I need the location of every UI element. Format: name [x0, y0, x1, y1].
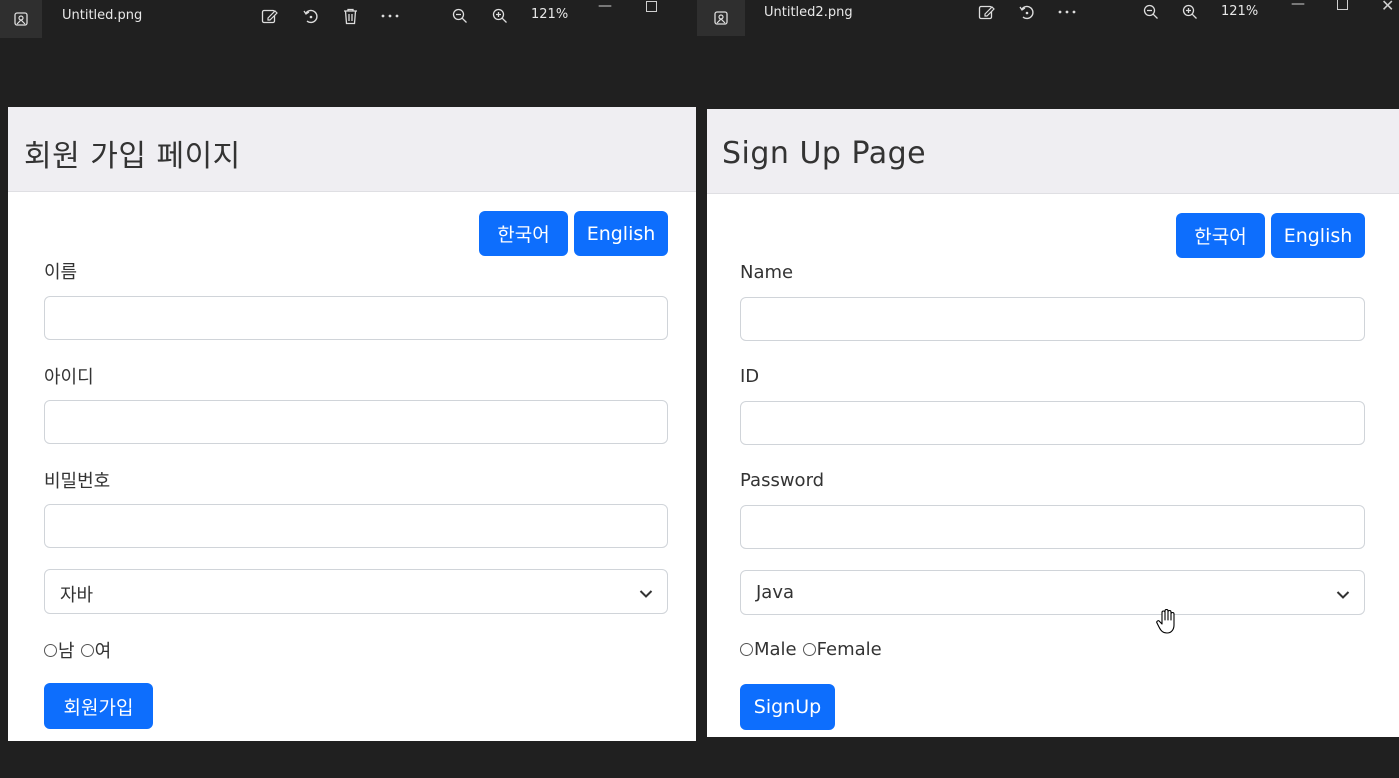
female-radio[interactable]: [802, 643, 816, 656]
file-name: Untitled2.png: [764, 5, 853, 20]
zoom-level: 121%: [531, 7, 569, 22]
select-value: 자바: [60, 585, 94, 606]
zoom-in-icon[interactable]: [489, 6, 511, 26]
id-input[interactable]: [740, 401, 1365, 445]
photo-viewer-window-1: Untitled.png 121% — 회원 가입 페이지 한국어 Englis…: [0, 0, 697, 778]
language-select[interactable]: 자바: [44, 569, 668, 614]
zoom-level: 121%: [1221, 4, 1259, 19]
male-radio[interactable]: [44, 643, 57, 657]
image-icon[interactable]: [697, 0, 745, 36]
female-label: 여: [94, 641, 112, 662]
signup-button[interactable]: 회원가입: [44, 683, 153, 729]
name-input[interactable]: [740, 297, 1365, 341]
female-radio[interactable]: [80, 643, 94, 657]
male-label: 남: [58, 641, 75, 662]
id-label: ID: [740, 366, 760, 387]
signup-page-english: Sign Up Page 한국어 English Name ID Passwor…: [707, 109, 1399, 737]
id-label: 아이디: [44, 367, 94, 388]
korean-language-button[interactable]: 한국어: [1176, 213, 1265, 258]
page-title: Sign Up Page: [722, 136, 927, 171]
name-input[interactable]: [44, 296, 668, 340]
zoom-in-icon[interactable]: [1179, 2, 1201, 22]
select-value: Java: [756, 582, 795, 603]
title-bar: Untitled.png 121% —: [0, 0, 697, 38]
title-bar: Untitled2.png 121% — ✕: [697, 0, 1399, 36]
signup-button[interactable]: SignUp: [740, 684, 835, 730]
rotate-icon[interactable]: [299, 6, 321, 26]
minimize-icon[interactable]: —: [598, 0, 612, 14]
delete-icon[interactable]: [339, 6, 361, 26]
id-input[interactable]: [44, 400, 668, 444]
password-input[interactable]: [44, 504, 668, 548]
page-header: 회원 가입 페이지: [8, 107, 696, 192]
korean-language-button[interactable]: 한국어: [479, 211, 568, 256]
zoom-out-icon[interactable]: [1140, 2, 1162, 22]
zoom-out-icon[interactable]: [449, 6, 471, 26]
gender-radio-group: Male Female: [740, 639, 882, 660]
signup-page-korean: 회원 가입 페이지 한국어 English 이름 아이디 비밀번호 자바 남 여…: [8, 107, 696, 741]
maximize-icon[interactable]: [1337, 0, 1348, 14]
english-language-button[interactable]: English: [1271, 213, 1365, 258]
page-title: 회원 가입 페이지: [24, 139, 241, 174]
edit-icon[interactable]: [975, 2, 997, 22]
female-label: Female: [816, 639, 882, 660]
chevron-down-icon: [639, 584, 653, 603]
chevron-down-icon: [1336, 585, 1350, 604]
photo-viewer-window-2: Untitled2.png 121% — ✕ Sign Up Page 한국어 …: [697, 0, 1399, 778]
gender-radio-group: 남 여: [44, 637, 111, 663]
password-input[interactable]: [740, 505, 1365, 549]
name-label: Name: [740, 262, 794, 283]
page-header: Sign Up Page: [707, 109, 1399, 194]
language-select[interactable]: Java: [740, 570, 1365, 615]
more-icon[interactable]: [1056, 2, 1078, 22]
male-label: Male: [754, 639, 797, 660]
hand-cursor-icon: [1156, 609, 1176, 639]
more-icon[interactable]: [379, 6, 401, 26]
image-icon[interactable]: [0, 0, 42, 38]
close-icon[interactable]: ✕: [1381, 0, 1394, 15]
edit-icon[interactable]: [258, 6, 280, 26]
password-label: Password: [740, 470, 825, 491]
english-language-button[interactable]: English: [574, 211, 668, 256]
maximize-icon[interactable]: [646, 0, 657, 16]
male-radio[interactable]: [740, 643, 753, 656]
password-label: 비밀번호: [44, 471, 111, 492]
file-name: Untitled.png: [62, 8, 143, 23]
rotate-icon[interactable]: [1015, 2, 1037, 22]
minimize-icon[interactable]: —: [1291, 0, 1305, 12]
name-label: 이름: [44, 262, 78, 283]
